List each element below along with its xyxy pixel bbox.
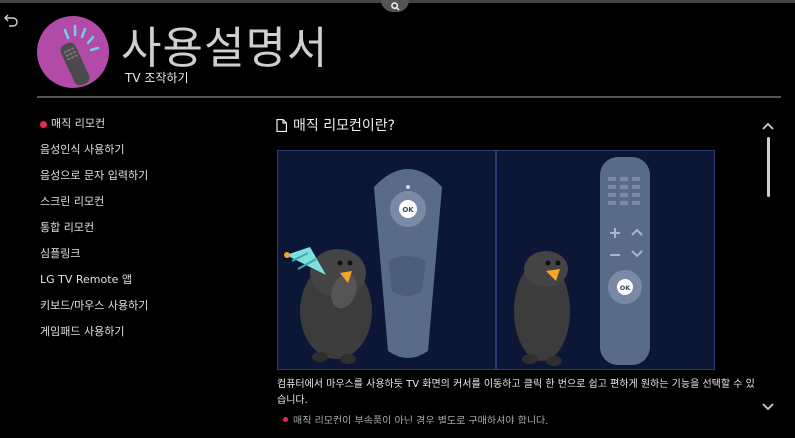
- section-body-text: 컴퓨터에서 마우스를 사용하듯 TV 화면의 커서를 이동하고 클릭 한 번으로…: [277, 379, 755, 406]
- nav-item-label: 심플링크: [40, 247, 81, 260]
- search-button[interactable]: [381, 0, 409, 12]
- scrollbar-thumb[interactable]: [767, 137, 770, 197]
- nav-item-label: 스크린 리모컨: [40, 195, 105, 208]
- remote-logo-icon: [60, 24, 100, 86]
- nav-item-voice-text-input[interactable]: 음성으로 문자 입력하기: [40, 167, 148, 193]
- nav-item-simplink[interactable]: 심플링크: [40, 245, 148, 271]
- ok-button-label: OK: [402, 206, 414, 214]
- search-icon: [390, 1, 400, 11]
- section-heading: 매직 리모컨이란?: [276, 115, 395, 135]
- nav-item-label: 음성인식 사용하기: [40, 143, 125, 156]
- back-arrow-icon[interactable]: [3, 12, 19, 28]
- nav-item-keyboard-mouse[interactable]: 키보드/마우스 사용하기: [40, 297, 148, 323]
- nav-item-label: 키보드/마우스 사용하기: [40, 299, 149, 312]
- note-item: 매직 리모컨이 부속품이 아닌 경우 별도로 구매하셔야 합니다.: [283, 414, 548, 424]
- magic-remote-illustration: OK OK: [284, 151, 650, 369]
- nav-item-label: 매직 리모컨: [51, 117, 106, 130]
- right-panel: OK: [514, 157, 650, 366]
- nav-item-label: LG TV Remote 앱: [40, 273, 132, 286]
- sidebar-nav: 매직 리모컨 음성인식 사용하기 음성으로 문자 입력하기 스크린 리모컨 통합…: [40, 115, 148, 349]
- nav-item-label: 음성으로 문자 입력하기: [40, 169, 149, 182]
- nav-item-label: 게임패드 사용하기: [40, 325, 125, 338]
- remote-illustration: OK OK: [277, 150, 715, 370]
- page-subtitle: TV 조작하기: [125, 71, 189, 85]
- nav-item-lg-tv-remote-app[interactable]: LG TV Remote 앱: [40, 271, 148, 297]
- ok-button-label: OK: [620, 284, 632, 292]
- nav-item-screen-remote[interactable]: 스크린 리모컨: [40, 193, 148, 219]
- nav-item-universal-remote[interactable]: 통합 리모컨: [40, 219, 148, 245]
- nav-item-label: 통합 리모컨: [40, 221, 95, 234]
- nav-item-gamepad[interactable]: 게임패드 사용하기: [40, 323, 148, 349]
- nav-item-magic-remote[interactable]: 매직 리모컨: [40, 115, 148, 141]
- nav-item-voice-recognition[interactable]: 음성인식 사용하기: [40, 141, 148, 167]
- manual-logo: [37, 16, 109, 88]
- active-indicator-dot: [40, 121, 47, 128]
- document-icon: [276, 118, 287, 132]
- note-text: 매직 리모컨이 부속품이 아닌 경우 별도로 구매하셔야 합니다.: [293, 415, 549, 425]
- section-title: 매직 리모컨이란?: [293, 118, 396, 134]
- left-panel: OK: [284, 169, 442, 364]
- chevron-down-icon[interactable]: [760, 401, 776, 413]
- chevron-up-icon[interactable]: [760, 120, 776, 132]
- note-bullet-icon: [283, 416, 288, 422]
- header-divider: [37, 96, 781, 98]
- page-title: 사용설명서: [121, 23, 329, 74]
